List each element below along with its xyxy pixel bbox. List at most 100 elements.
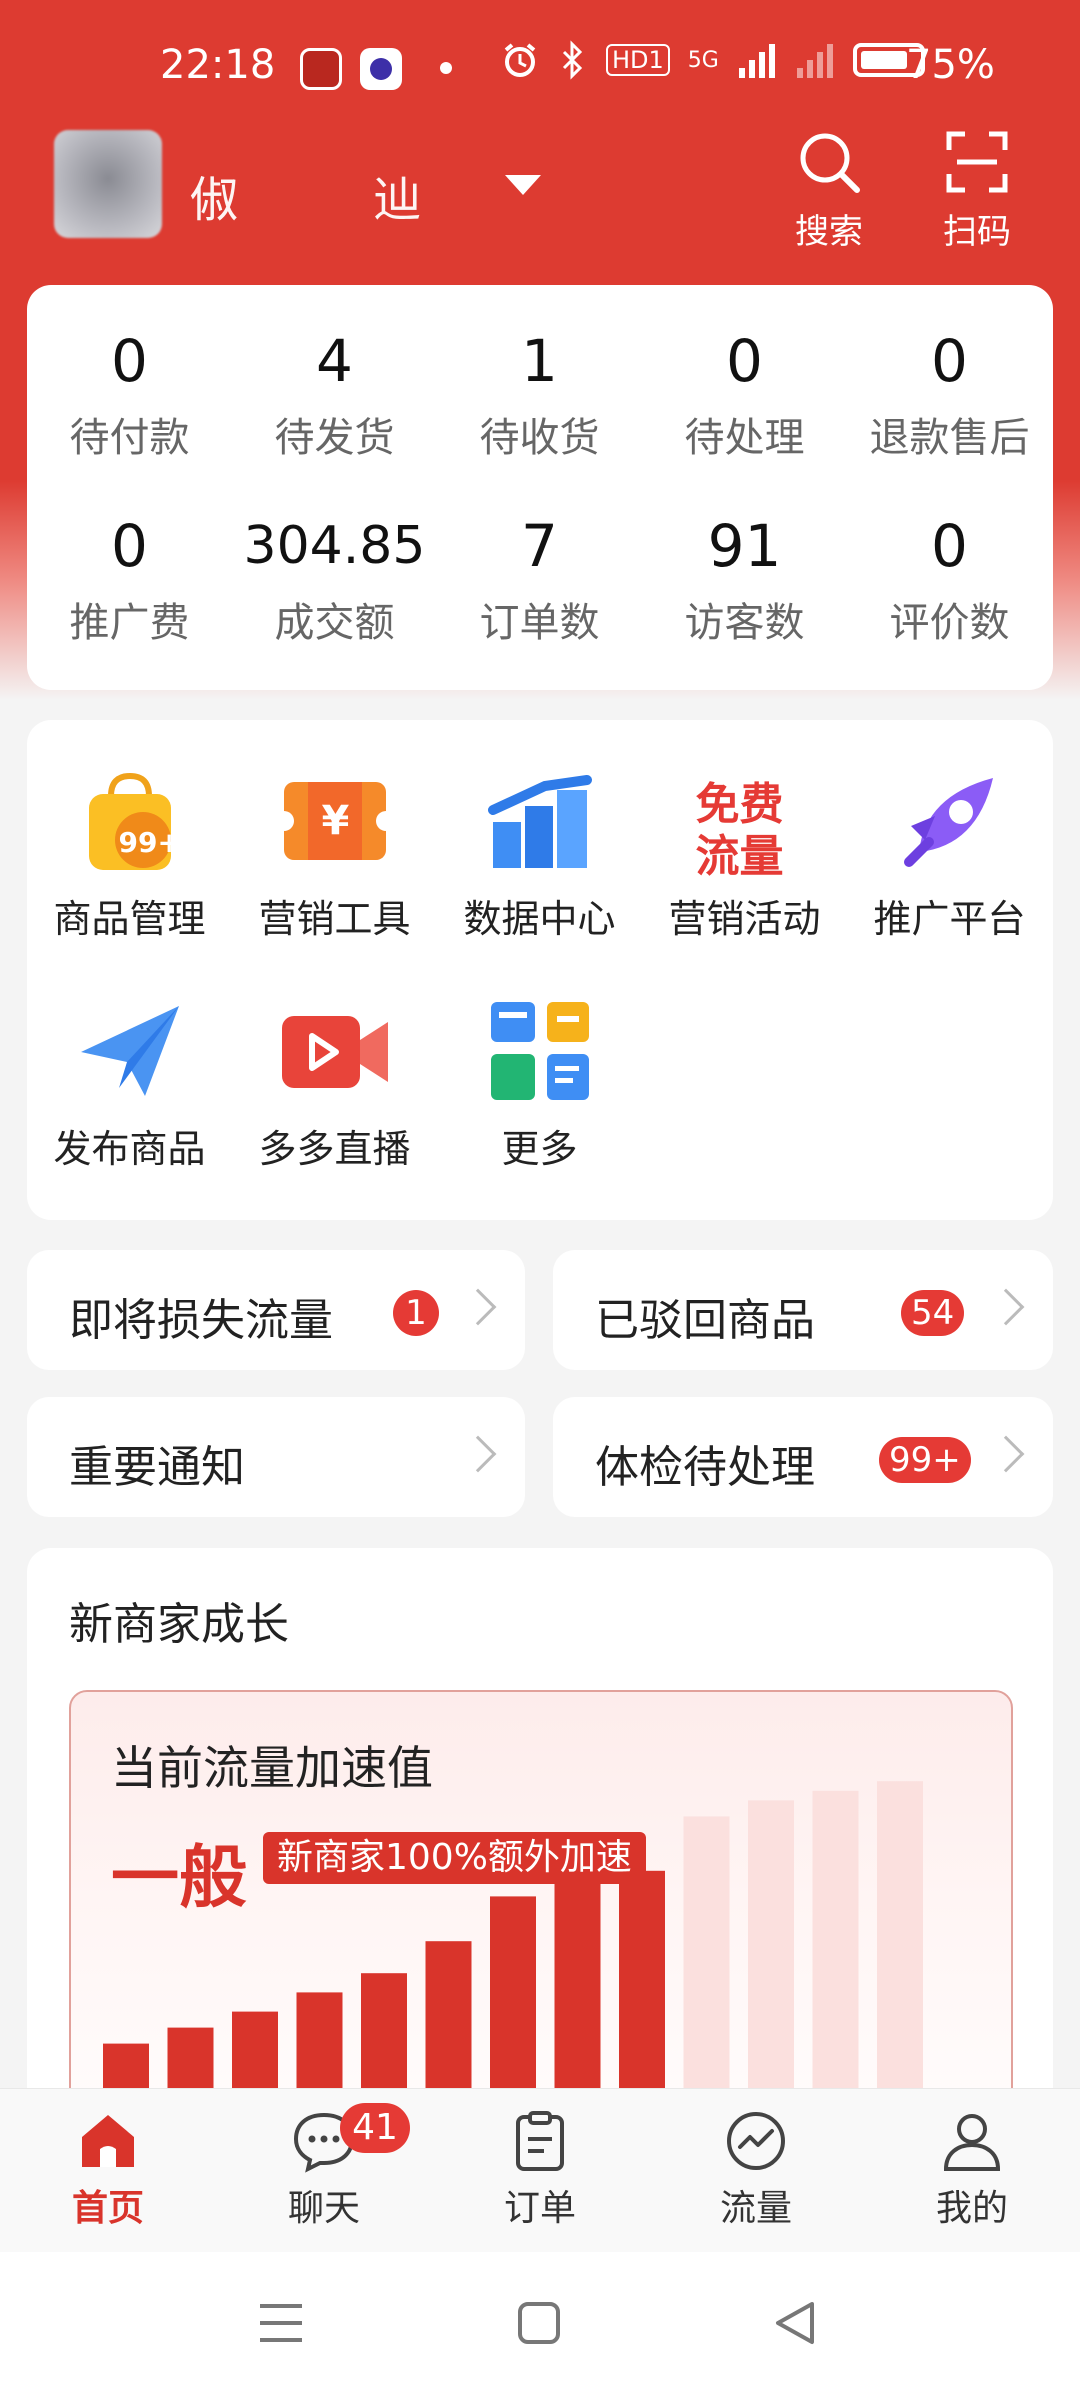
paper-plane-icon <box>75 996 185 1106</box>
bag-badge-text: 99+ <box>118 826 181 859</box>
stat-value: 0 <box>931 327 968 395</box>
tool-product-management[interactable]: 99+ 商品管理 <box>27 766 232 943</box>
stat-pending-shipment[interactable]: 4 待发货 <box>232 325 437 463</box>
stat-label: 评价数 <box>889 600 1010 646</box>
stat-label: 成交额 <box>274 600 395 646</box>
search-label: 搜索 <box>795 212 863 252</box>
quick-entry-title: 已驳回商品 <box>595 1295 815 1346</box>
home-icon <box>82 2115 134 2167</box>
signal-2-icon <box>796 44 833 78</box>
search-button[interactable]: 搜索 <box>774 126 884 253</box>
status-time: 22:18 <box>160 42 276 88</box>
tool-label: 营销活动 <box>668 897 821 941</box>
stat-promotion-fee[interactable]: 0 推广费 <box>27 510 232 648</box>
alarm-icon <box>504 43 536 77</box>
tool-label: 发布商品 <box>53 1127 206 1171</box>
stat-visitor-count[interactable]: 91 访客数 <box>642 510 847 648</box>
stat-pending-handling[interactable]: 0 待处理 <box>642 325 847 463</box>
shop-name[interactable]: 俶 辿 <box>190 160 481 230</box>
chevron-right-icon <box>987 1435 1025 1473</box>
traffic-boost-panel[interactable]: 当前流量加速值 一般 新商家100%额外加速 <box>69 1690 1013 2148</box>
coupon-icon: ¥ <box>273 766 396 876</box>
tab-traffic[interactable]: 流量 <box>648 2109 864 2231</box>
growth-title: 新商家成长 <box>69 1599 289 1650</box>
status-bar: 22:18 HD1 5G 75% <box>0 0 1080 130</box>
back-icon[interactable] <box>770 2298 820 2348</box>
coupon-symbol: ¥ <box>321 798 350 844</box>
stat-label: 待付款 <box>69 415 190 461</box>
status-icons: HD1 5G <box>500 40 925 80</box>
tab-profile[interactable]: 我的 <box>864 2109 1080 2231</box>
order-stats-card: 0 待付款 4 待发货 1 待收货 0 待处理 0 退款售后 0 推广费 304.85 成交额… <box>27 285 1053 690</box>
quick-entry-health-check[interactable]: 体检待处理 99+ <box>553 1397 1053 1517</box>
tab-chat[interactable]: 41 聊天 <box>216 2103 432 2231</box>
shop-avatar[interactable] <box>54 130 162 238</box>
stat-value: 304.85 <box>243 516 426 576</box>
stat-label: 待发货 <box>274 415 395 461</box>
tool-label: 营销工具 <box>258 897 411 941</box>
boost-label: 当前流量加速值 <box>111 1741 433 1795</box>
stat-order-count[interactable]: 7 订单数 <box>437 510 642 648</box>
stat-label: 待收货 <box>479 415 600 461</box>
tool-live-streaming[interactable]: 多多直播 <box>232 996 437 1173</box>
count-badge: 99+ <box>879 1437 971 1483</box>
quick-entry-losing-traffic[interactable]: 即将损失流量 1 <box>27 1250 525 1370</box>
stat-value: 0 <box>726 327 763 395</box>
quick-entry-important-notice[interactable]: 重要通知 <box>27 1397 525 1517</box>
tab-home[interactable]: 首页 <box>0 2109 216 2231</box>
stat-value: 0 <box>111 512 148 580</box>
tools-grid-card: 99+ 商品管理 ¥ 营销工具 数据中心 免费 流量 营销活动 推广平台 发布商… <box>27 720 1053 1220</box>
tool-label: 商品管理 <box>53 897 206 941</box>
scan-button[interactable]: 扫码 <box>922 126 1032 253</box>
chevron-right-icon <box>459 1435 497 1473</box>
tool-more[interactable]: 更多 <box>437 996 642 1173</box>
tool-promotion-platform[interactable]: 推广平台 <box>847 766 1052 943</box>
tool-label: 数据中心 <box>463 897 616 941</box>
new-merchant-growth-card[interactable]: 新商家成长 当前流量加速值 一般 新商家100%额外加速 <box>27 1548 1053 2148</box>
stat-gmv[interactable]: 304.85 成交额 <box>232 510 437 648</box>
bar-chart-icon <box>485 766 595 876</box>
stat-value: 7 <box>521 512 558 580</box>
tool-data-center[interactable]: 数据中心 <box>437 766 642 943</box>
stat-review-count[interactable]: 0 评价数 <box>847 510 1052 648</box>
signal-icon <box>738 44 775 78</box>
live-video-icon <box>280 996 390 1106</box>
search-icon <box>800 133 860 193</box>
menu-icon[interactable] <box>256 2298 306 2348</box>
stat-label: 待处理 <box>684 415 805 461</box>
network-label: 5G <box>687 47 719 73</box>
tab-orders[interactable]: 订单 <box>432 2109 648 2231</box>
system-navigation-bar <box>0 2252 1080 2400</box>
quick-entry-rejected-products[interactable]: 已驳回商品 54 <box>553 1250 1053 1370</box>
stat-pending-payment[interactable]: 0 待付款 <box>27 325 232 463</box>
quick-entry-title: 即将损失流量 <box>69 1295 333 1346</box>
tab-label: 首页 <box>71 2188 144 2229</box>
tab-label: 订单 <box>503 2188 576 2229</box>
tool-publish-product[interactable]: 发布商品 <box>27 996 232 1173</box>
chevron-right-icon <box>987 1288 1025 1326</box>
home-square-icon[interactable] <box>514 2298 564 2348</box>
stat-value: 91 <box>707 512 782 580</box>
stat-value: 0 <box>931 512 968 580</box>
stat-label: 订单数 <box>479 600 600 646</box>
more-notifications-dot-icon <box>440 62 452 74</box>
stat-refund-aftersale[interactable]: 0 退款售后 <box>847 325 1052 463</box>
more-apps-icon <box>485 996 595 1106</box>
tool-label: 更多 <box>501 1127 578 1171</box>
tool-marketing-activity[interactable]: 免费 流量 营销活动 <box>642 766 847 943</box>
stat-label: 访客数 <box>684 600 805 646</box>
quick-entry-title: 重要通知 <box>69 1442 245 1493</box>
order-icon <box>516 2111 564 2171</box>
shop-switch-dropdown-icon[interactable] <box>505 175 541 195</box>
tool-marketing-tools[interactable]: ¥ 营销工具 <box>232 766 437 943</box>
quick-entry-title: 体检待处理 <box>595 1442 815 1493</box>
tab-label: 流量 <box>719 2188 792 2229</box>
app-notification-icon <box>300 48 342 90</box>
stat-value: 0 <box>111 327 148 395</box>
boost-tag: 新商家100%额外加速 <box>263 1832 646 1884</box>
chat-unread-badge: 41 <box>340 2103 410 2153</box>
rocket-icon <box>895 766 1005 876</box>
tab-label: 我的 <box>935 2188 1008 2229</box>
stat-pending-receipt[interactable]: 1 待收货 <box>437 325 642 463</box>
stat-value: 4 <box>316 327 353 395</box>
